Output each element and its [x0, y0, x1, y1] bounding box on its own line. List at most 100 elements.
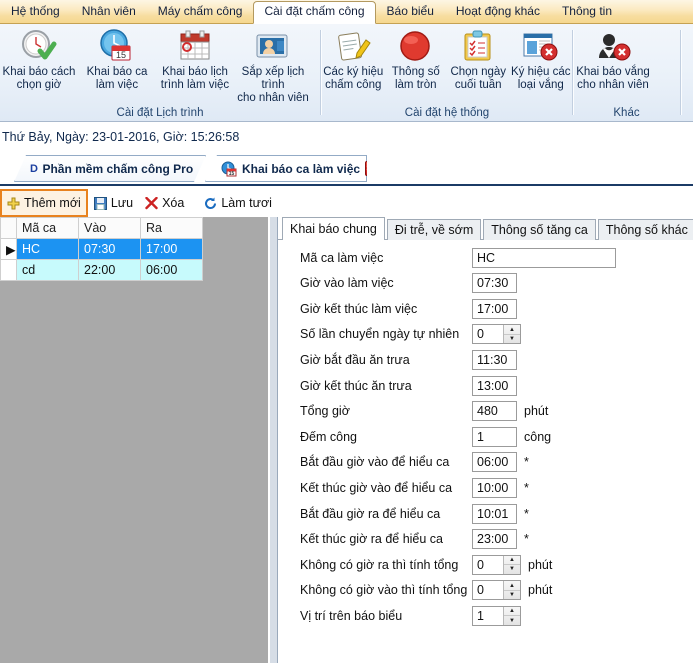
spinner-arrows[interactable]: ▲ ▼	[503, 606, 520, 625]
form-row-5: Giờ kết thúc ăn trưa 13:00	[278, 373, 693, 398]
field-control: 480 phút	[472, 401, 549, 422]
field-control: 1 công	[472, 426, 552, 447]
spinner-up-icon[interactable]: ▲	[504, 581, 520, 591]
spinner-up-icon[interactable]: ▲	[504, 556, 520, 566]
panel-splitter[interactable]	[269, 217, 278, 663]
menu-item-3[interactable]: Cài đặt chấm công	[253, 1, 376, 24]
form-row-6: Tổng giờ 480 phút	[278, 399, 693, 424]
form-row-8: Bắt đầu giờ vào để hiểu ca 06:00 *	[278, 450, 693, 475]
spinner-input[interactable]: 0 ▲ ▼	[472, 324, 521, 345]
ribbon-button-1-1[interactable]: Thông số làm tròn	[385, 24, 448, 92]
action-button-2[interactable]: Xóa	[139, 191, 190, 215]
spinner-input[interactable]: 0 ▲ ▼	[472, 580, 521, 601]
delete-x-icon	[145, 196, 158, 210]
menu-item-1[interactable]: Nhân viên	[71, 1, 147, 23]
row-indicator: ▶	[0, 238, 17, 260]
user-delete-icon	[594, 28, 632, 64]
table-cell[interactable]: 22:00	[78, 259, 141, 281]
main-menu-bar: Hệ thống Nhân viên Máy chấm công Cài đặt ch…	[0, 0, 693, 24]
field-control: 11:30	[472, 349, 517, 370]
field-control: 23:00 *	[472, 529, 529, 550]
menu-item-6[interactable]: Thông tin	[551, 1, 623, 23]
grid-column-header-2[interactable]: Ra	[140, 217, 203, 239]
text-input[interactable]: HC	[472, 247, 616, 268]
text-input[interactable]: 11:30	[472, 349, 517, 370]
document-tab-label: Khai báo ca làm việc	[242, 161, 361, 176]
ribbon-button-0-0[interactable]: Khai báo cách chọn giờ	[0, 24, 78, 92]
text-input[interactable]: 07:30	[472, 273, 517, 294]
app-logo-icon: D	[30, 162, 38, 175]
shift-detail-panel: Khai báo chung Đi trễ, về sớm Thông số tăn…	[278, 217, 693, 663]
ribbon-button-0-1[interactable]: 15 Khai báo ca làm việc	[78, 24, 156, 92]
document-tab-shift[interactable]: 15 Khai báo ca làm việc ✖	[205, 155, 367, 182]
menu-item-2[interactable]: Máy chấm công	[147, 1, 254, 23]
status-datetime: Thứ Bảy, Ngày: 23-01-2016, Giờ: 15:26:58	[0, 123, 693, 151]
ribbon-group-title: Khác	[613, 107, 640, 119]
detail-tab-body: Mã ca làm việc HC Giờ vào làm việc 07:30 Giờ…	[278, 240, 693, 663]
ribbon-button-label: Sắp xếp lịch trình cho nhân viên	[237, 66, 309, 104]
text-input[interactable]: 06:00	[472, 452, 517, 473]
table-cell[interactable]: 17:00	[140, 238, 203, 260]
field-label: Không có giờ ra thì tính tổng	[300, 557, 459, 572]
grid-column-header-0[interactable]: Mã ca	[16, 217, 79, 239]
refresh-icon	[204, 197, 217, 210]
menu-item-0[interactable]: Hệ thống	[0, 1, 71, 23]
action-button-label: Xóa	[162, 196, 185, 210]
spinner-down-icon[interactable]: ▼	[504, 565, 520, 574]
spinner-arrows[interactable]: ▲ ▼	[503, 581, 520, 600]
grid-column-header-1[interactable]: Vào	[78, 217, 141, 239]
table-row[interactable]: ▶ HC 07:30 17:00	[0, 238, 203, 260]
spinner-input[interactable]: 1 ▲ ▼	[472, 605, 521, 626]
ribbon-group-system: Các ký hiệu chấm công Thông số làm tròn Ch…	[322, 24, 572, 121]
field-control: 1 ▲ ▼	[472, 605, 521, 626]
field-unit: công	[524, 429, 552, 444]
ribbon-button-1-0[interactable]: Các ký hiệu chấm công	[322, 24, 385, 92]
action-button-1[interactable]: Lưu	[88, 191, 139, 215]
tab-3[interactable]: Thông số khác	[597, 219, 693, 240]
ribbon-button-0-2[interactable]: Khai báo lịch trình làm việc	[156, 24, 234, 92]
ribbon-button-1-2[interactable]: Chọn ngày cuối tuần	[447, 24, 510, 92]
text-input[interactable]: 17:00	[472, 298, 517, 319]
spinner-input[interactable]: 0 ▲ ▼	[472, 554, 521, 575]
save-icon	[93, 196, 107, 210]
menu-item-5[interactable]: Hoạt động khác	[445, 1, 551, 23]
ribbon-group-schedule: Khai báo cách chọn giờ 15 Khai báo ca làm …	[0, 24, 320, 121]
spinner-arrows[interactable]: ▲ ▼	[503, 325, 520, 344]
action-button-0[interactable]: Thêm mới	[0, 189, 88, 217]
action-button-3[interactable]: Làm tươi	[198, 191, 278, 215]
ribbon-button-1-3[interactable]: Ký hiệu các loại vắng	[510, 24, 573, 92]
spinner-down-icon[interactable]: ▼	[504, 591, 520, 600]
tab-2[interactable]: Thông số tăng ca	[483, 219, 596, 240]
table-cell[interactable]: cd	[16, 259, 79, 281]
field-control: 13:00	[472, 375, 517, 396]
text-input[interactable]: 23:00	[472, 529, 517, 550]
table-cell[interactable]: HC	[16, 238, 79, 260]
document-tab-main[interactable]: D Phần mềm chấm công Pro	[14, 155, 206, 182]
text-input[interactable]: 13:00	[472, 375, 517, 396]
ribbon-button-2-0[interactable]: Khai báo vắng cho nhân viên	[574, 24, 652, 92]
menu-item-4[interactable]: Báo biểu	[376, 1, 445, 23]
ribbon-button-0-3[interactable]: Sắp xếp lịch trình cho nhân viên	[234, 24, 312, 105]
spinner-up-icon[interactable]: ▲	[504, 325, 520, 335]
text-input[interactable]: 1	[472, 426, 517, 447]
plus-icon	[7, 197, 20, 210]
close-icon[interactable]: ✖	[365, 161, 367, 176]
action-button-label: Lưu	[110, 196, 134, 210]
text-input[interactable]: 10:01	[472, 503, 517, 524]
table-row[interactable]: cd 22:00 06:00	[0, 259, 203, 281]
field-unit: phút	[524, 404, 549, 419]
table-cell[interactable]: 06:00	[140, 259, 203, 281]
text-input[interactable]: 480	[472, 401, 517, 422]
ribbon-button-label: Khai báo ca làm việc	[86, 66, 148, 91]
tab-0[interactable]: Khai báo chung	[282, 217, 385, 240]
spinner-down-icon[interactable]: ▼	[504, 335, 520, 344]
shift-list-grid[interactable]: Mã ca Vào Ra ▶ HC 07:30 17:00 cd 22:00 06:00	[0, 217, 269, 663]
spinner-down-icon[interactable]: ▼	[504, 616, 520, 625]
ribbon-separator	[680, 30, 682, 115]
table-cell[interactable]: 07:30	[78, 238, 141, 260]
form-row-2: Giờ kết thúc làm việc 17:00	[278, 296, 693, 321]
tab-1[interactable]: Đi trễ, về sớm	[386, 219, 482, 240]
spinner-arrows[interactable]: ▲ ▼	[503, 555, 520, 574]
spinner-up-icon[interactable]: ▲	[504, 607, 520, 617]
text-input[interactable]: 10:00	[472, 477, 517, 498]
